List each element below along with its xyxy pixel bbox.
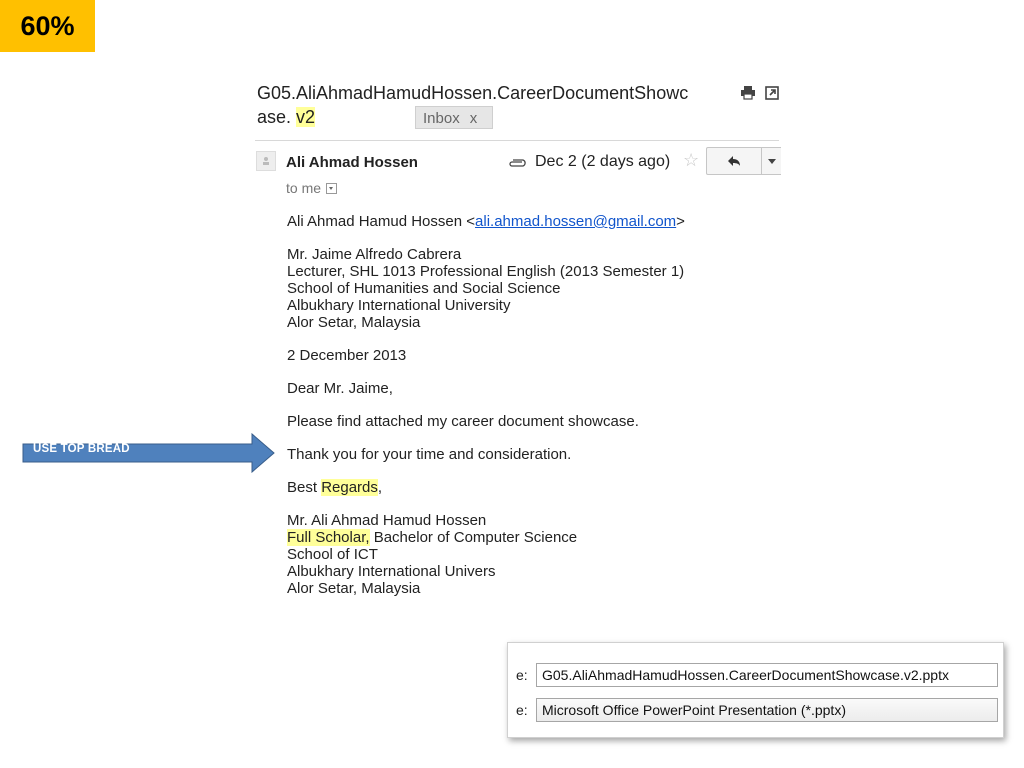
signature-university: Albukhary International Univers	[287, 563, 496, 580]
sender-name[interactable]: Ali Ahmad Hossen	[286, 154, 418, 171]
signature-location: Alor Setar, Malaysia	[287, 580, 421, 597]
closing-prefix: Best	[287, 479, 322, 496]
more-actions-button[interactable]	[761, 147, 781, 175]
paperclip-icon	[508, 156, 526, 174]
signature-title-rest: Bachelor of Computer Science	[369, 529, 578, 546]
filename-label: e:	[516, 667, 528, 683]
closing: Best Regards,	[287, 479, 747, 496]
chevron-down-icon	[767, 158, 776, 164]
from-name: Ali Ahmad Hamud Hossen <	[287, 213, 476, 230]
closing-highlight: Regards	[321, 479, 378, 496]
signature-name: Mr. Ali Ahmad Hamud Hossen	[287, 512, 487, 529]
recipient-summary[interactable]: to me	[286, 180, 338, 196]
save-as-dialog-snippet: e: G05.AliAhmadHamudHossen.CareerDocumen…	[507, 642, 1004, 738]
signature-title-highlight: Full Scholar,	[287, 529, 370, 546]
inbox-label-chip[interactable]: Inbox x	[415, 106, 493, 129]
body-paragraph: Please find attached my career document …	[287, 413, 639, 430]
remove-label-button[interactable]: x	[470, 110, 478, 127]
new-window-icon[interactable]	[765, 86, 779, 105]
body-paragraph: Thank you for your time and consideratio…	[287, 446, 572, 463]
inbox-label-text: Inbox	[423, 110, 460, 127]
signature-title: Full Scholar, Bachelor of Computer Scien…	[287, 529, 747, 546]
message-body: Ali Ahmad Hamud Hossen <ali.ahmad.hossen…	[287, 213, 747, 597]
letter-date: 2 December 2013	[287, 347, 407, 364]
recipient-line: Mr. Jaime Alfredo Cabrera	[287, 246, 462, 263]
recipient-line: Alor Setar, Malaysia	[287, 314, 421, 331]
message-date: Dec 2 (2 days ago)	[535, 153, 671, 170]
filetype-select[interactable]: Microsoft Office PowerPoint Presentation…	[536, 698, 998, 722]
zoom-percent-badge: 60%	[0, 0, 95, 52]
closing-suffix: ,	[377, 479, 383, 496]
recipient-line: Albukhary International University	[287, 297, 511, 314]
annotation-arrow-text: USE TOP BREAD	[33, 443, 130, 455]
print-icon[interactable]	[740, 86, 756, 105]
reply-icon	[728, 156, 740, 166]
from-suffix: >	[676, 213, 685, 230]
star-icon[interactable]: ☆	[683, 150, 699, 171]
filename-row: e: G05.AliAhmadHamudHossen.CareerDocumen…	[516, 663, 998, 687]
to-me-text: to me	[286, 180, 322, 196]
from-line: Ali Ahmad Hamud Hossen <ali.ahmad.hossen…	[287, 213, 747, 230]
subject-version-highlight: v2	[296, 107, 316, 127]
recipient-line: Lecturer, SHL 1013 Professional English …	[287, 263, 685, 280]
details-dropdown-icon[interactable]	[326, 182, 338, 194]
sender-avatar	[256, 151, 276, 171]
filetype-label: e:	[516, 702, 528, 718]
signature-school: School of ICT	[287, 546, 378, 563]
filename-input[interactable]: G05.AliAhmadHamudHossen.CareerDocumentSh…	[536, 663, 998, 687]
filetype-row: e: Microsoft Office PowerPoint Presentat…	[516, 698, 998, 722]
salutation: Dear Mr. Jaime,	[287, 380, 393, 397]
recipient-line: School of Humanities and Social Science	[287, 280, 561, 297]
reply-button[interactable]	[706, 147, 762, 175]
sender-email-link[interactable]: ali.ahmad.hossen@gmail.com	[475, 213, 676, 230]
header-divider	[255, 140, 779, 141]
